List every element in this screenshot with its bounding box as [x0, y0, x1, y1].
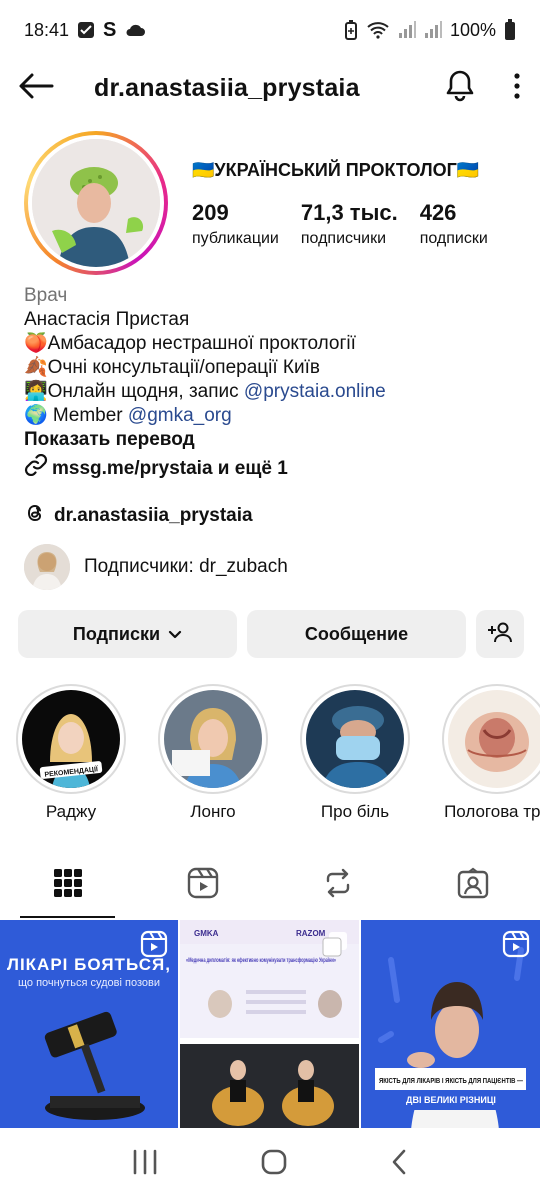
website-text: mssg.me/prystaia и ещё 1 — [52, 457, 288, 479]
bio-line: 👩‍💻Онлайн щодня, запис @prystaia.online — [24, 381, 386, 402]
check-square-icon — [77, 21, 95, 39]
follower-avatar — [24, 544, 70, 590]
profile-avatar-story-ring[interactable] — [24, 131, 168, 275]
profile-username: dr.anastasiia_prystaia — [94, 73, 360, 102]
stat-followers[interactable]: 71,3 тыс. подписчики — [301, 200, 398, 248]
reel-badge-icon — [140, 930, 168, 958]
link-icon — [24, 453, 48, 483]
stat-following[interactable]: 426 подписки — [420, 200, 488, 248]
add-person-icon — [487, 621, 513, 648]
website-link[interactable]: mssg.me/prystaia и ещё 1 — [24, 453, 524, 483]
highlight-label: Раджу — [45, 802, 97, 821]
highlight-item[interactable]: Лонго — [158, 684, 268, 822]
mention-link[interactable]: @prystaia.online — [244, 381, 386, 402]
grid-icon — [53, 868, 83, 903]
suggest-people-button[interactable] — [476, 610, 524, 658]
threads-handle: dr.anastasiia_prystaia — [54, 505, 253, 526]
highlight-label: Лонго — [190, 802, 236, 821]
tab-reels[interactable] — [135, 852, 270, 918]
profile-stats: 209 публикации 71,3 тыс. подписчики 426 … — [192, 200, 488, 248]
wifi-icon — [366, 21, 390, 39]
back-nav-icon[interactable] — [389, 1148, 409, 1181]
stat-value: 71,3 тыс. — [300, 200, 398, 225]
battery-icon — [504, 19, 516, 41]
bio-line: 🍂Очні консультації/операції Київ — [24, 357, 320, 378]
system-nav-bar — [0, 1128, 540, 1200]
profile-display-name: 🇺🇦УКРАЇНСЬКИЙ ПРОКТОЛОГ🇺🇦 — [192, 160, 480, 180]
post-caption: ДВІ ВЕЛИКІ РІЗНИЦІ — [406, 1095, 496, 1105]
highlight-item[interactable]: Про біль — [300, 684, 410, 822]
story-highlights: РЕКОМЕНДАЦІЇ Раджу Лонго Про біль Полого… — [16, 684, 540, 822]
highlight-item[interactable]: РЕКОМЕНДАЦІЇ Раджу — [16, 684, 126, 822]
threads-icon — [24, 502, 46, 530]
tagged-icon — [457, 867, 489, 904]
highlight-cover — [158, 684, 268, 794]
home-icon[interactable] — [260, 1148, 288, 1181]
highlight-cover — [442, 684, 540, 794]
cloud-icon — [124, 22, 146, 38]
carousel-badge-icon — [321, 930, 349, 958]
tab-grid[interactable] — [0, 852, 135, 918]
mutual-followers[interactable]: Подписчики: dr_zubach — [24, 544, 288, 590]
bio-name-line: Анастасія Пристая — [24, 309, 190, 330]
profile-header: dr.anastasiia_prystaia — [0, 60, 540, 116]
reels-icon — [187, 867, 219, 904]
s-app-icon: S — [103, 18, 117, 41]
back-arrow-icon[interactable] — [18, 72, 54, 105]
battery-saver-icon — [344, 20, 358, 40]
post-thumbnail[interactable]: GMKA RAZOM «Медична дипломатія: як ефект… — [180, 920, 359, 1130]
reposts-icon — [322, 867, 354, 904]
stat-posts[interactable]: 209 публикации — [192, 200, 279, 248]
post-thumbnail[interactable]: ЛІКАРІ БОЯТЬСЯ, що почнуться судові позо… — [0, 920, 178, 1130]
signal-icon — [424, 21, 442, 39]
highlight-label: Пологова тра — [444, 802, 540, 821]
bio-line: 🍑Амбасадор нестрашної проктології — [24, 333, 356, 354]
highlight-cover — [300, 684, 410, 794]
threads-badge[interactable]: dr.anastasiia_prystaia — [24, 502, 253, 530]
stat-label: подписчики — [300, 230, 387, 247]
highlight-label: Про біль — [320, 802, 390, 821]
status-bar: 18:41 S 100% — [0, 0, 540, 60]
following-button[interactable]: Подписки — [18, 610, 237, 658]
post-thumbnail[interactable]: ЯКІСТЬ ДЛЯ ЛІКАРІВ І ЯКІСТЬ ДЛЯ ПАЦІЄНТІ… — [361, 920, 540, 1130]
highlight-cover: РЕКОМЕНДАЦІЇ — [16, 684, 126, 794]
bell-icon[interactable] — [444, 69, 476, 108]
following-button-label: Подписки — [72, 623, 161, 644]
stat-label: подписки — [419, 230, 488, 247]
signal-icon — [398, 21, 416, 39]
post-title: «Медична дипломатія: як ефективно комуні… — [186, 957, 336, 964]
show-translation-link[interactable]: Показать перевод — [24, 428, 524, 452]
battery-level: 100% — [449, 19, 496, 40]
highlight-item[interactable]: Пологова тра — [442, 684, 540, 822]
bio-category: Врач — [24, 285, 68, 306]
message-button-label: Сообщение — [304, 623, 409, 644]
mutual-followers-text: Подписчики: dr_zubach — [84, 556, 288, 577]
message-button[interactable]: Сообщение — [247, 610, 466, 658]
stat-label: публикации — [192, 230, 279, 247]
post-logo: GMKA — [194, 929, 219, 938]
post-subline: що почнуться судові позови — [18, 977, 160, 989]
chevron-down-icon — [168, 624, 182, 645]
more-vertical-icon[interactable] — [512, 72, 522, 105]
posts-grid: ЛІКАРІ БОЯТЬСЯ, що почнуться судові позо… — [0, 920, 540, 1130]
recent-apps-icon[interactable] — [131, 1149, 159, 1180]
mention-link[interactable]: @gmka_org — [128, 405, 232, 426]
bio-line: 🌍 Member @gmka_org — [24, 405, 232, 426]
profile-actions: Подписки Сообщение — [18, 610, 524, 658]
profile-bio: Врач Анастасія Пристая 🍑Амбасадор нестра… — [24, 284, 524, 483]
profile-avatar — [32, 139, 160, 267]
reel-badge-icon — [502, 930, 530, 958]
tab-tagged[interactable] — [405, 852, 540, 918]
stat-value: 209 — [192, 200, 229, 225]
tab-reposts[interactable] — [270, 852, 405, 918]
profile-tabs — [0, 852, 540, 918]
stat-value: 426 — [419, 200, 457, 225]
clock: 18:41 — [24, 19, 70, 40]
post-caption: ЯКІСТЬ ДЛЯ ЛІКАРІВ І ЯКІСТЬ ДЛЯ ПАЦІЄНТІ… — [379, 1076, 523, 1085]
